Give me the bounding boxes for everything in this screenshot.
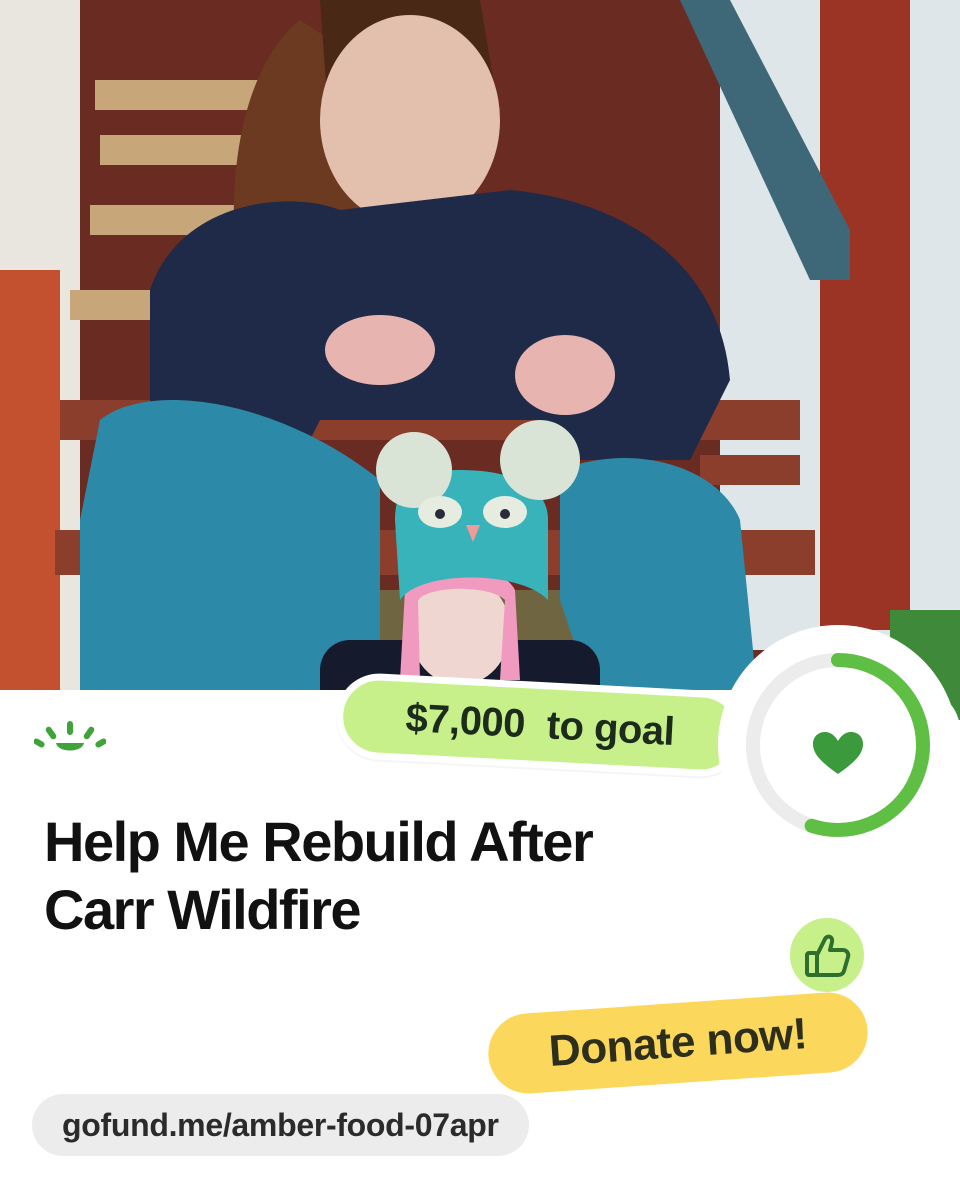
thumbs-up-icon	[805, 934, 851, 977]
donate-button-label: Donate now!	[547, 1009, 809, 1076]
campaign-title: Help Me Rebuild After Carr Wildfire	[44, 810, 594, 942]
heart-icon	[813, 732, 863, 774]
campaign-url: gofund.me/amber-food-07apr	[62, 1106, 499, 1143]
thumbs-up-badge	[784, 912, 870, 998]
progress-ring	[718, 625, 958, 865]
goal-label: to goal	[545, 702, 676, 754]
goal-amount: $7,000	[404, 695, 527, 746]
gofundme-sprout-icon	[34, 721, 106, 751]
campaign-photo	[0, 0, 960, 720]
campaign-link[interactable]: gofund.me/amber-food-07apr	[32, 1094, 529, 1156]
